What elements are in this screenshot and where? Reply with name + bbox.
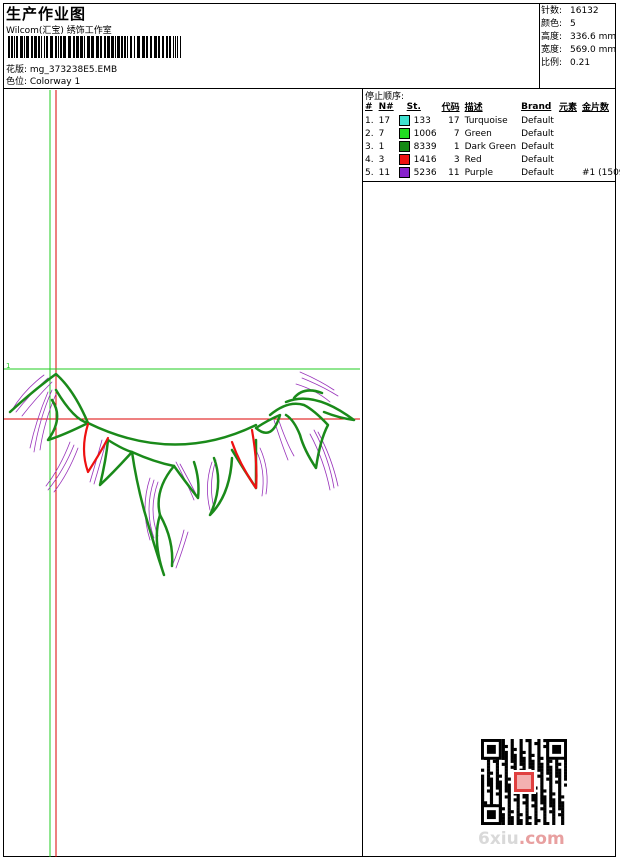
stitch-count: 133 [413,116,431,126]
cell-code: 3 [453,154,460,165]
cell-needle: 3 [378,154,385,165]
stitch-count: 1006 [413,129,437,139]
stitch-count: 5236 [413,168,437,178]
cell-code: 11 [448,167,460,178]
origin-marker: 1 [6,362,10,370]
colorway-label: 色位: Colorway 1 [6,77,81,87]
table-row: 5. 11 5236 11 Purple Default #1 (1509) [363,166,620,179]
stat-scale: 比例: 0.21 [541,58,591,68]
cell-description: Turquoise [464,115,508,126]
cell-needle: 11 [378,167,391,178]
cell-description: Purple [464,167,494,178]
page-title: 生产作业图 [6,5,87,23]
cell-description: Dark Green [464,141,517,152]
cell-element [557,140,580,153]
cell-brand: Default [521,167,554,178]
table-row: 3. 1 8339 1 Dark Green Default [363,140,620,153]
cell-element [557,114,580,127]
cell-brand: Default [521,141,554,152]
color-sequence-table: # N# St. 代码 描述 Brand 元素 金片数 1. 17 133 17 Tur… [363,100,620,179]
stats-divider [539,3,540,89]
leaf-necklace-motif [8,371,356,577]
cell-sequin [580,127,620,140]
cell-index: 3. [365,141,374,152]
cell-description: Green [464,128,492,139]
stats-panel: 针数: 16132 颜色: 5 高度: 336.6 mm 宽度: 569.0 mm 比例… [541,5,616,70]
table-row: 1. 17 133 17 Turquoise Default [363,114,620,127]
cell-brand: Default [521,128,554,139]
cell-sequin [580,140,620,153]
col-brand: Brand [521,101,552,112]
cell-stitches: 133 [397,114,440,127]
qr-code [481,739,567,825]
stitch-count: 1416 [413,155,437,165]
table-divider [362,181,616,182]
cell-needle: 17 [378,115,391,126]
studio-name: Wilcom(汇宝) 绣饰工作室 [6,26,112,36]
cell-element [557,166,580,179]
stitch-count: 8339 [413,142,437,152]
cell-description: Red [464,154,482,165]
cell-stitches: 1416 [397,153,440,166]
color-swatch [398,128,410,139]
stat-height: 高度: 336.6 mm [541,32,617,42]
color-swatch [398,167,410,178]
cell-stitches: 8339 [397,140,440,153]
col-element: 元素 [558,103,577,113]
cell-sequin: #1 (1509) [581,167,620,178]
cell-brand: Default [521,115,554,126]
cell-index: 4. [365,154,374,165]
color-swatch [398,154,410,165]
site-logo: 6xiu.com [478,829,565,849]
cell-needle: 1 [378,141,385,152]
cell-index: 5. [365,167,374,178]
stat-stitches: 针数: 16132 [541,6,599,16]
col-needle: N# [378,101,394,112]
table-row: 4. 3 1416 3 Red Default [363,153,620,166]
stat-width: 宽度: 569.0 mm [541,45,617,55]
cell-code: 17 [448,115,460,126]
col-sequin: 金片数 [581,103,609,113]
color-swatch [398,141,410,152]
cell-element [557,153,580,166]
table-row: 2. 7 1006 7 Green Default [363,127,620,140]
cell-code: 1 [453,141,460,152]
col-description: 描述 [464,103,483,113]
cell-code: 7 [453,128,460,139]
barcode [8,36,181,58]
cell-element [557,127,580,140]
col-code: 代码 [441,103,460,113]
table-header-row: # N# St. 代码 描述 Brand 元素 金片数 [363,100,620,114]
cell-index: 2. [365,128,374,139]
header-divider [3,88,616,89]
panel-divider [362,88,363,857]
cell-stitches: 1006 [397,127,440,140]
cell-needle: 7 [378,128,385,139]
cell-sequin [580,114,620,127]
col-stitches: St. [406,101,421,112]
stat-colors: 颜色: 5 [541,19,576,29]
color-swatch [398,115,410,126]
embroidery-design-canvas: 1 [4,90,360,857]
cell-stitches: 5236 [397,166,440,179]
cell-index: 1. [365,115,374,126]
cell-brand: Default [521,154,554,165]
col-index: # [365,101,373,112]
cell-sequin [580,153,620,166]
